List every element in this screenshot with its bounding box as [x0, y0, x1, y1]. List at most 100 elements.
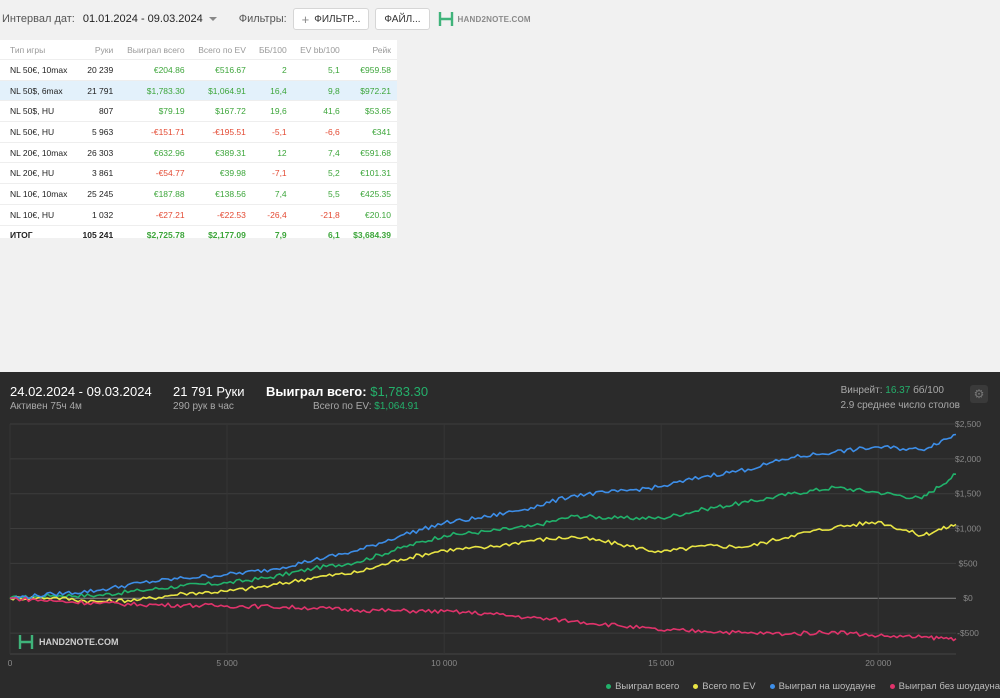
table-cell: 12: [251, 141, 293, 163]
table-cell: $3,684.39: [345, 224, 397, 246]
table-cell: $79.19: [119, 100, 191, 122]
table-cell: NL 10€, 10max: [0, 183, 76, 205]
table-cell: 21 791: [75, 79, 120, 101]
table-cell: -26,4: [251, 203, 293, 225]
table-row[interactable]: NL 20€, 10max 26 303 €632.96 €389.31 12 7,4 €5…: [0, 141, 397, 163]
watermark-logo-icon: [18, 635, 34, 649]
column-header[interactable]: ББ/100: [252, 40, 293, 60]
table-header-row: Тип игры Руки Выиграл всего Всего по EV ББ/1…: [0, 40, 397, 60]
table-row[interactable]: NL 50$, HU 807 $79.19 $167.72 19,6 41,6 $53.65: [0, 100, 397, 122]
table-cell: €39.98: [190, 162, 252, 184]
series-line: [9, 596, 957, 642]
y-tick-label: $0: [963, 593, 973, 603]
series-line: [9, 520, 957, 604]
legend-dot-icon: [606, 684, 612, 689]
table-cell: 7,4: [251, 183, 293, 205]
y-tick-label: $1,000: [955, 524, 981, 534]
table-cell: -7,1: [251, 162, 293, 184]
chart-legend: Выиграл всего Всего по EV Выиграл на шоуда…: [606, 681, 1000, 692]
logo-text: HAND2NOTE.COM: [457, 14, 531, 24]
legend-dot-icon: [693, 684, 699, 689]
x-tick-label: 0: [8, 658, 13, 668]
date-range-select[interactable]: 01.01.2024 - 09.03.2024: [83, 13, 217, 25]
y-tick-label: $2,000: [955, 454, 981, 464]
date-range-value: 01.01.2024 - 09.03.2024: [82, 13, 203, 25]
table-row[interactable]: NL 10€, HU 1 032 -€27.21 -€22.53 -26,4 -21,8 €…: [0, 203, 397, 225]
table-row[interactable]: NL 20€, HU 3 861 -€54.77 €39.98 -7,1 5,2 €101.…: [0, 162, 397, 184]
legend-dot-icon: [769, 684, 775, 689]
table-cell: 9,8: [292, 79, 346, 101]
table-cell: -6,6: [292, 121, 346, 143]
chevron-down-icon: [208, 17, 217, 21]
legend-label: Выиграл всего: [615, 681, 680, 692]
table-cell: ИТОГ: [0, 224, 76, 246]
table-cell: €389.31: [190, 141, 252, 163]
table-row[interactable]: NL 50€, HU 5 963 -€151.71 -€195.51 -5,1 -6,6 €…: [0, 121, 397, 143]
table-cell: NL 50$, 6max: [0, 79, 76, 101]
table-cell: -€151.71: [119, 121, 191, 143]
table-cell: -€195.51: [190, 121, 252, 143]
table-cell: €20.10: [345, 203, 397, 225]
file-button[interactable]: ФАЙЛ...: [375, 8, 430, 30]
legend-item[interactable]: Выиграл на шоудауне: [769, 681, 876, 692]
table-cell: €632.96: [119, 141, 191, 163]
table-cell: 16,4: [251, 79, 293, 101]
total-row[interactable]: ИТОГ 105 241 $2,725.78 $2,177.09 7,9 6,1 $3,68…: [0, 224, 397, 246]
table-cell: $2,725.78: [119, 224, 191, 246]
legend-item[interactable]: Всего по EV: [693, 681, 756, 692]
logo-icon: [438, 12, 453, 26]
x-tick-label: 5 000: [216, 658, 238, 668]
column-header[interactable]: Всего по EV: [191, 40, 252, 60]
y-tick-label: $1,500: [955, 489, 981, 499]
table-cell: 5 963: [75, 121, 120, 143]
table-row[interactable]: NL 10€, 10max 25 245 €187.88 €138.56 7,4 5,5 €…: [0, 183, 397, 205]
column-header[interactable]: Рейк: [346, 40, 397, 60]
table-row[interactable]: NL 50$, 6max 21 791 $1,783.30 $1,064.91 16,4…: [0, 79, 397, 101]
x-tick-label: 15 000: [648, 658, 674, 668]
table-cell: 7,9: [251, 224, 293, 246]
table-cell: 20 239: [75, 59, 120, 81]
table-row[interactable]: NL 50€, 10max 20 239 €204.86 €516.67 2 5,1 €95…: [0, 59, 397, 81]
legend-item[interactable]: Выиграл всего: [606, 681, 679, 692]
y-tick-label: -$500: [957, 628, 979, 638]
table-cell: €101.31: [345, 162, 397, 184]
table-cell: 5,1: [292, 59, 346, 81]
table-cell: €959.58: [345, 59, 397, 81]
legend-item[interactable]: Выиграл без шоудауна: [889, 681, 1000, 692]
legend-dot-icon: [889, 684, 895, 689]
add-filter-button[interactable]: + ФИЛЬТР...: [292, 8, 370, 30]
table-cell: -21,8: [292, 203, 346, 225]
table-cell: $53.65: [345, 100, 397, 122]
table-cell: 807: [75, 100, 120, 122]
column-header[interactable]: Руки: [75, 40, 119, 60]
table-cell: 5,5: [292, 183, 346, 205]
watermark-text: HAND2NOTE.COM: [39, 637, 119, 647]
table-cell: -5,1: [251, 121, 293, 143]
column-header[interactable]: Выиграл всего: [119, 40, 190, 60]
series-line: [9, 473, 957, 601]
table-cell: €516.67: [190, 59, 252, 81]
legend-label: Выиграл на шоудауне: [778, 681, 876, 692]
column-header[interactable]: Тип игры: [0, 40, 75, 60]
table-cell: NL 20€, HU: [0, 162, 76, 184]
table-cell: €341: [345, 121, 397, 143]
table-cell: 41,6: [292, 100, 346, 122]
table-cell: €204.86: [119, 59, 191, 81]
table-cell: 5,2: [292, 162, 346, 184]
table-cell: -€22.53: [190, 203, 252, 225]
table-cell: €138.56: [190, 183, 252, 205]
table-cell: $972.21: [345, 79, 397, 101]
toolbar: Интервал дат: 01.01.2024 - 09.03.2024 Фи…: [0, 0, 1000, 38]
table-cell: 3 861: [75, 162, 120, 184]
table-cell: 25 245: [75, 183, 120, 205]
table-cell: €425.35: [345, 183, 397, 205]
table-cell: 19,6: [251, 100, 293, 122]
interval-label: Интервал дат:: [2, 13, 75, 25]
column-header[interactable]: EV bb/100: [293, 40, 346, 60]
table-cell: -€54.77: [119, 162, 191, 184]
y-tick-label: $500: [959, 558, 978, 568]
table-cell: NL 50€, HU: [0, 121, 76, 143]
file-button-label: ФАЙЛ...: [384, 13, 421, 25]
table-cell: €591.68: [345, 141, 397, 163]
table-cell: NL 20€, 10max: [0, 141, 76, 163]
